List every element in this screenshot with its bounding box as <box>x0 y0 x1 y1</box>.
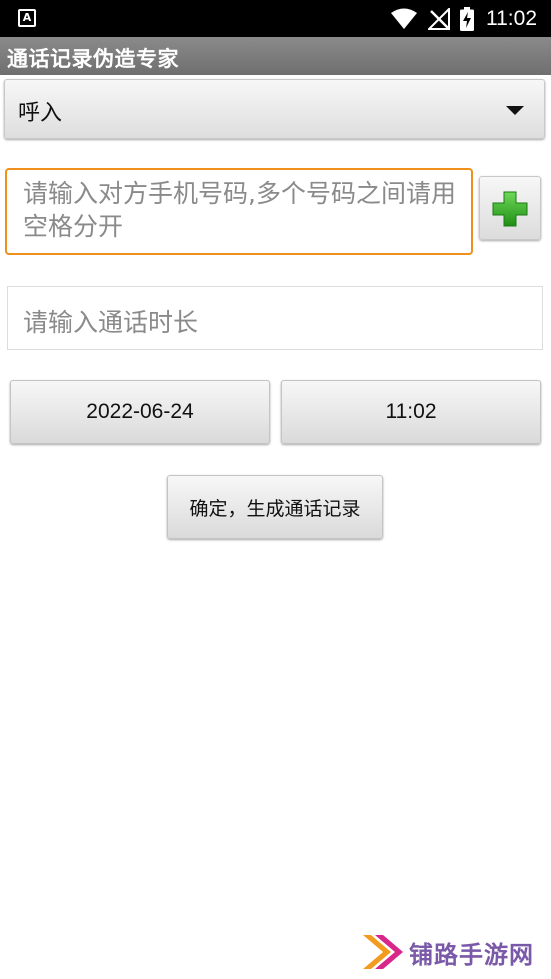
dropdown-arrow-icon <box>506 106 524 115</box>
no-signal-icon <box>428 7 450 30</box>
watermark-text: 铺路手游网 <box>409 940 534 969</box>
confirm-generate-button[interactable]: 确定，生成通话记录 <box>167 475 383 539</box>
status-app-icon: A <box>18 9 36 27</box>
phone-number-placeholder: 请输入对方手机号码,多个号码之间请用空格分开 <box>23 179 456 241</box>
call-type-dropdown[interactable]: 呼入 <box>4 79 545 139</box>
add-contact-button[interactable] <box>479 176 541 240</box>
status-bar: A 11:02 <box>0 0 551 37</box>
watermark: 铺路手游网 <box>361 929 534 975</box>
time-button-label: 11:02 <box>385 400 437 423</box>
status-time: 11:02 <box>486 6 537 30</box>
app-title: 通话记录伪造专家 <box>7 47 179 71</box>
call-type-value: 呼入 <box>18 101 63 126</box>
time-picker-button[interactable]: 11:02 <box>281 380 541 444</box>
call-duration-input[interactable]: 请输入通话时长 <box>7 286 543 350</box>
call-duration-placeholder: 请输入通话时长 <box>23 308 199 337</box>
confirm-button-label: 确定，生成通话记录 <box>189 497 361 520</box>
date-button-label: 2022-06-24 <box>86 400 194 423</box>
title-bar: 通话记录伪造专家 <box>0 37 551 75</box>
date-picker-button[interactable]: 2022-06-24 <box>10 380 270 444</box>
battery-charging-icon <box>460 6 474 31</box>
phone-number-input[interactable]: 请输入对方手机号码,多个号码之间请用空格分开 <box>5 168 473 255</box>
wifi-icon <box>390 8 418 30</box>
double-chevron-logo-icon <box>363 935 403 969</box>
status-icons: 11:02 <box>390 0 537 37</box>
plus-icon <box>492 191 528 227</box>
